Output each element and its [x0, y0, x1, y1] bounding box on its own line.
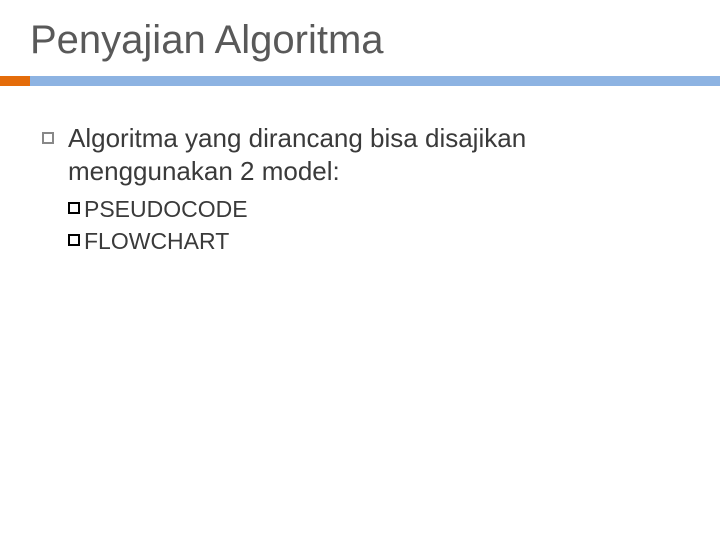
sub-item: FLOWCHART — [68, 227, 662, 257]
slide: Penyajian Algoritma Algoritma yang diran… — [0, 0, 720, 540]
sub-item-text: FLOWCHART — [84, 227, 229, 257]
accent-bar-orange — [0, 76, 30, 86]
slide-title: Penyajian Algoritma — [30, 18, 384, 63]
main-bullet-text: Algoritma yang dirancang bisa disajikan … — [68, 122, 662, 187]
accent-bar — [0, 76, 720, 86]
main-bullet-row: Algoritma yang dirancang bisa disajikan … — [42, 122, 662, 187]
square-bullet-icon — [68, 202, 80, 214]
sub-list: PSEUDOCODE FLOWCHART — [68, 195, 662, 257]
content-area: Algoritma yang dirancang bisa disajikan … — [42, 122, 662, 259]
sub-item: PSEUDOCODE — [68, 195, 662, 225]
square-bullet-icon — [68, 234, 80, 246]
square-bullet-icon — [42, 132, 54, 144]
sub-item-text: PSEUDOCODE — [84, 195, 248, 225]
